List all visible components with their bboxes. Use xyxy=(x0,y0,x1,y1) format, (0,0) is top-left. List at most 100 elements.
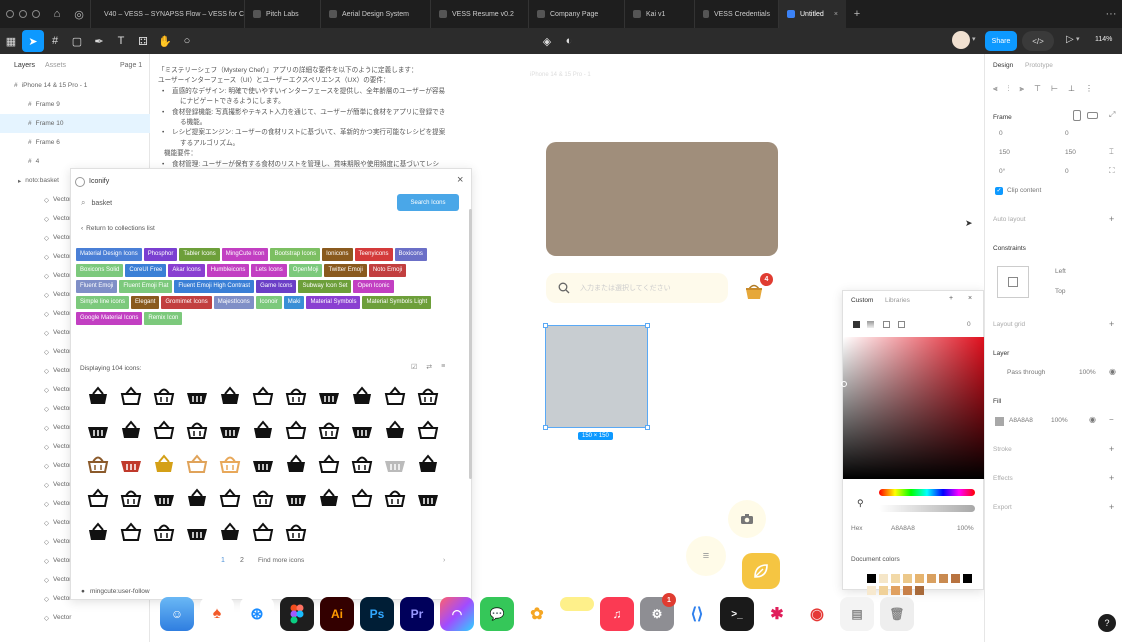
eye-icon[interactable]: ◉ xyxy=(1089,415,1096,424)
basket-icon[interactable] xyxy=(378,481,411,515)
chrome-icon[interactable]: ◉ xyxy=(800,597,834,631)
distribute-icon[interactable]: ⋮ xyxy=(1085,84,1093,94)
layer-item[interactable]: # Frame 6 xyxy=(0,133,150,152)
image-fill-icon[interactable] xyxy=(883,321,890,328)
collection-chip[interactable]: Bootstrap Icons xyxy=(270,248,321,261)
height-input[interactable]: 150 xyxy=(1065,149,1076,156)
collection-chip[interactable]: Game Icons xyxy=(256,280,297,293)
eyedropper-icon[interactable]: ⚲ xyxy=(857,498,864,509)
remove-fill-icon[interactable]: − xyxy=(1109,415,1114,424)
basket-icon[interactable] xyxy=(345,481,378,515)
basket-icon[interactable] xyxy=(312,481,345,515)
collection-chip[interactable]: Gromimet Icons xyxy=(161,296,212,309)
align-right-icon[interactable]: ⫸ xyxy=(1020,84,1025,94)
constraints-widget[interactable] xyxy=(997,266,1029,298)
blend-opacity[interactable]: 0 xyxy=(967,321,971,328)
premiere-icon[interactable]: Pr xyxy=(400,597,434,631)
layer-item[interactable]: # iPhone 14 & 15 Pro - 1 xyxy=(0,76,150,95)
settings-icon[interactable]: ⚙ 1 xyxy=(640,593,676,631)
frame-label[interactable]: iPhone 14 & 15 Pro - 1 xyxy=(530,72,591,78)
component-icon[interactable]: ◈ xyxy=(536,30,558,52)
collection-chip[interactable]: Material Symbols xyxy=(306,296,361,309)
basket-icon[interactable] xyxy=(378,379,411,413)
resize-handle[interactable] xyxy=(543,425,548,430)
collection-chip[interactable]: Fluent Emoji xyxy=(76,280,118,293)
color-swatch[interactable] xyxy=(879,574,888,583)
basket-icon[interactable] xyxy=(279,447,312,481)
basket-icon[interactable] xyxy=(114,379,147,413)
play-icon[interactable]: ▷ xyxy=(1066,34,1074,45)
shape-tool-icon[interactable]: ▢ xyxy=(66,30,88,52)
add-layout-grid-icon[interactable]: + xyxy=(1109,319,1114,329)
collection-chip[interactable]: Akar Icons xyxy=(168,264,205,277)
contrast-icon[interactable]: ◐ xyxy=(558,30,580,52)
resize-handle[interactable] xyxy=(645,425,650,430)
finder-icon[interactable]: ☺ xyxy=(160,597,194,631)
search-bar[interactable]: 入力または選択してください xyxy=(546,273,728,303)
align-center-icon[interactable]: ⫶ xyxy=(1008,84,1010,94)
photoshop-icon[interactable]: Ps xyxy=(360,597,394,631)
blend-mode[interactable]: Pass through xyxy=(1007,369,1045,376)
collection-chip[interactable]: Fluent Emoji Flat xyxy=(119,280,173,293)
chevron-right-icon[interactable]: › xyxy=(443,557,445,564)
collection-chip[interactable]: Google Material Icons xyxy=(76,312,143,325)
figma-icon[interactable] xyxy=(280,597,314,631)
help-button[interactable]: ? xyxy=(1098,614,1116,632)
collection-chip[interactable]: Boxicons Solid xyxy=(76,264,124,277)
tab-prototype[interactable]: Prototype xyxy=(1025,62,1053,69)
collection-chip[interactable]: Simple line icons xyxy=(76,296,130,309)
zoom-dot[interactable] xyxy=(32,10,40,18)
layer-item[interactable]: # Frame 10 xyxy=(0,114,150,133)
more-icon[interactable]: ··· xyxy=(1100,3,1122,25)
camera-button[interactable] xyxy=(728,500,766,538)
browser-tab[interactable]: Pitch Labs xyxy=(244,0,320,28)
collection-chip[interactable]: Open Iconic xyxy=(353,280,394,293)
align-middle-icon[interactable]: ⊢ xyxy=(1051,84,1058,94)
color-swatch[interactable] xyxy=(891,574,900,583)
basket-icon[interactable] xyxy=(81,447,114,481)
comment-tool-icon[interactable]: ○ xyxy=(176,30,198,52)
basket-icon[interactable] xyxy=(213,447,246,481)
main-menu-icon[interactable]: ▦ xyxy=(0,30,22,52)
basket-icon[interactable] xyxy=(279,379,312,413)
search-input[interactable]: basket xyxy=(91,200,112,207)
move-tool-icon[interactable]: ➤ xyxy=(22,30,44,52)
resize-to-fit-icon[interactable]: ⤢ xyxy=(1109,110,1115,120)
vscode-icon[interactable]: ⟨⟩ xyxy=(680,597,714,631)
basket-icon[interactable] xyxy=(114,447,147,481)
basket-icon[interactable] xyxy=(213,515,246,549)
chevron-down-icon[interactable]: ▾ xyxy=(1076,35,1080,43)
basket-icon[interactable] xyxy=(81,481,114,515)
collection-chip[interactable]: Phosphor xyxy=(143,248,178,261)
basket-icon[interactable] xyxy=(81,413,114,447)
add-ingredient-button[interactable] xyxy=(742,553,780,589)
image-placeholder[interactable] xyxy=(546,142,778,256)
collection-chip[interactable]: Boxicons xyxy=(394,248,427,261)
opacity-slider[interactable] xyxy=(879,505,975,512)
collection-chip[interactable]: Teenyicons xyxy=(354,248,393,261)
gradient-icon[interactable] xyxy=(867,321,874,328)
frame-tool-icon[interactable]: # xyxy=(44,30,66,52)
notes-app-icon[interactable] xyxy=(560,597,594,611)
constrain-proportions-icon[interactable]: ⌶ xyxy=(1109,147,1114,157)
tab-design[interactable]: Design xyxy=(993,62,1013,69)
clip-content-checkbox[interactable]: ✓ xyxy=(995,187,1003,195)
dev-mode-toggle[interactable]: </> xyxy=(1022,31,1054,51)
color-swatch[interactable] xyxy=(903,574,912,583)
browser-tab[interactable]: Company Page xyxy=(528,0,624,28)
globe-icon[interactable]: ◎ xyxy=(68,3,90,25)
layer-opacity[interactable]: 100% xyxy=(1079,369,1096,376)
collection-chip[interactable]: Iconoir xyxy=(255,296,282,309)
collection-chip[interactable]: Elegant xyxy=(131,296,160,309)
basket-icon[interactable] xyxy=(114,515,147,549)
collection-chip[interactable]: Tabler Icons xyxy=(179,248,220,261)
layer-item[interactable]: # Frame 9 xyxy=(0,95,150,114)
basket-icon[interactable] xyxy=(411,481,444,515)
back-link[interactable]: ‹ Return to collections list xyxy=(81,225,155,232)
basket-icon[interactable] xyxy=(246,413,279,447)
basket-icon[interactable] xyxy=(345,413,378,447)
photos-icon[interactable]: ✿ xyxy=(520,597,554,631)
search-icons-button[interactable]: Search Icons xyxy=(397,194,459,211)
basket-icon[interactable] xyxy=(345,379,378,413)
width-input[interactable]: 150 xyxy=(999,149,1010,156)
